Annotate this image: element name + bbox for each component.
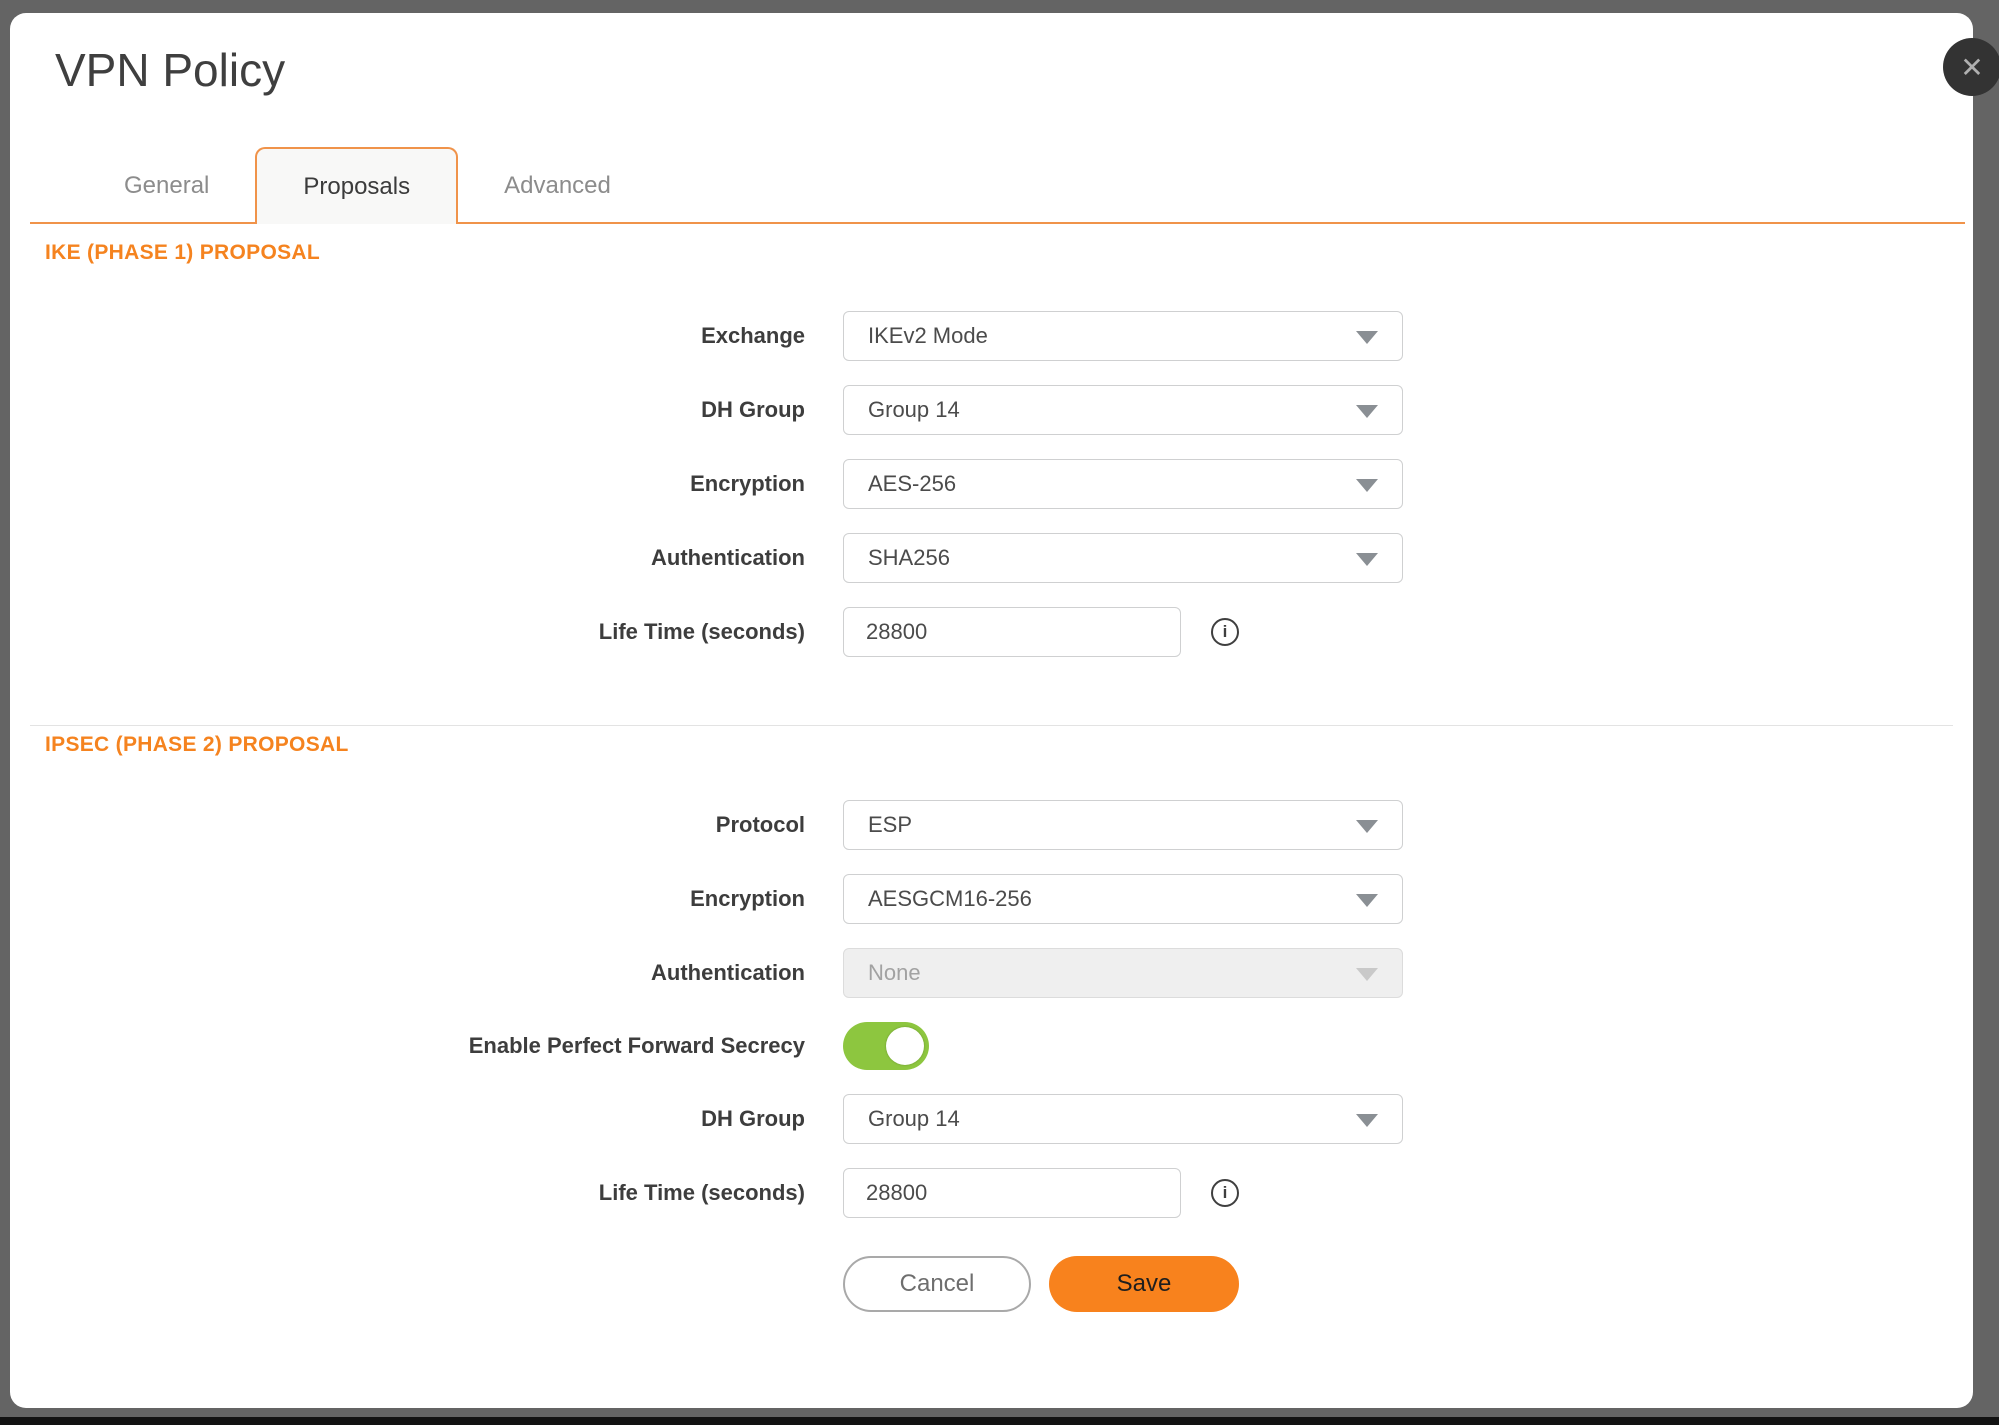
dh-group-label: DH Group <box>10 397 805 423</box>
dh-group-p2-value: Group 14 <box>868 1106 960 1132</box>
dh-group-select[interactable]: Group 14 <box>843 385 1403 435</box>
dialog-footer: Cancel Save <box>843 1256 1973 1312</box>
field-row-protocol: Protocol ESP <box>10 800 1973 850</box>
cancel-button[interactable]: Cancel <box>843 1256 1031 1312</box>
field-row-pfs: Enable Perfect Forward Secrecy <box>10 1022 1973 1070</box>
life-time-input[interactable] <box>843 607 1181 657</box>
field-row-dh-group: DH Group Group 14 <box>10 385 1973 435</box>
info-icon[interactable]: i <box>1211 1179 1239 1207</box>
close-icon[interactable]: ✕ <box>1943 38 1999 96</box>
authentication-p2-select-disabled: None <box>843 948 1403 998</box>
dh-group-p2-label: DH Group <box>10 1106 805 1132</box>
encryption-p2-select[interactable]: AESGCM16-256 <box>843 874 1403 924</box>
encryption-p2-label: Encryption <box>10 886 805 912</box>
chevron-down-icon <box>1356 405 1378 418</box>
encryption-p2-value: AESGCM16-256 <box>868 886 1032 912</box>
encryption-label: Encryption <box>10 471 805 497</box>
authentication-label: Authentication <box>10 545 805 571</box>
exchange-select[interactable]: IKEv2 Mode <box>843 311 1403 361</box>
protocol-select[interactable]: ESP <box>843 800 1403 850</box>
life-time-p2-input[interactable] <box>843 1168 1181 1218</box>
dh-group-p2-select[interactable]: Group 14 <box>843 1094 1403 1144</box>
save-button[interactable]: Save <box>1049 1256 1239 1312</box>
toggle-knob <box>886 1027 924 1065</box>
field-row-life-time: Life Time (seconds) i <box>10 607 1973 657</box>
exchange-label: Exchange <box>10 323 805 349</box>
field-row-exchange: Exchange IKEv2 Mode <box>10 311 1973 361</box>
encryption-select[interactable]: AES-256 <box>843 459 1403 509</box>
chevron-down-icon <box>1356 894 1378 907</box>
ipsec-phase2-heading: IPSEC (PHASE 2) PROPOSAL <box>45 733 1973 757</box>
field-row-authentication-p2: Authentication None <box>10 948 1973 998</box>
phase2-form: Protocol ESP Encryption AESGCM16-256 <box>10 800 1973 1218</box>
page-title: VPN Policy <box>55 35 1973 105</box>
screen-background: ✕ VPN Policy General Proposals Advanced … <box>0 0 1999 1425</box>
life-time-p2-label: Life Time (seconds) <box>10 1180 805 1206</box>
field-row-dh-group-p2: DH Group Group 14 <box>10 1094 1973 1144</box>
protocol-value: ESP <box>868 812 912 838</box>
chevron-down-icon <box>1356 820 1378 833</box>
chevron-down-icon <box>1356 331 1378 344</box>
authentication-value: SHA256 <box>868 545 950 571</box>
chevron-down-icon <box>1356 553 1378 566</box>
authentication-p2-label: Authentication <box>10 960 805 986</box>
info-icon[interactable]: i <box>1211 618 1239 646</box>
field-row-authentication: Authentication SHA256 <box>10 533 1973 583</box>
encryption-value: AES-256 <box>868 471 956 497</box>
chevron-down-icon <box>1356 1114 1378 1127</box>
bottom-frame-strip <box>0 1417 1999 1425</box>
tab-proposals[interactable]: Proposals <box>255 147 458 224</box>
pfs-toggle-on[interactable] <box>843 1022 929 1070</box>
dh-group-value: Group 14 <box>868 397 960 423</box>
authentication-select[interactable]: SHA256 <box>843 533 1403 583</box>
vpn-policy-dialog: VPN Policy General Proposals Advanced IK… <box>10 13 1973 1408</box>
phase1-form: Exchange IKEv2 Mode DH Group Group 14 <box>10 311 1973 657</box>
tab-bar: General Proposals Advanced <box>30 145 1965 224</box>
tab-general[interactable]: General <box>78 149 255 222</box>
field-row-encryption-p2: Encryption AESGCM16-256 <box>10 874 1973 924</box>
chevron-down-icon <box>1356 968 1378 981</box>
field-row-encryption: Encryption AES-256 <box>10 459 1973 509</box>
ike-phase1-heading: IKE (PHASE 1) PROPOSAL <box>45 241 1973 265</box>
tab-advanced[interactable]: Advanced <box>458 149 657 222</box>
life-time-label: Life Time (seconds) <box>10 619 805 645</box>
exchange-value: IKEv2 Mode <box>868 323 988 349</box>
section-divider <box>30 725 1953 726</box>
authentication-p2-value: None <box>868 960 921 986</box>
pfs-label: Enable Perfect Forward Secrecy <box>10 1033 805 1059</box>
chevron-down-icon <box>1356 479 1378 492</box>
protocol-label: Protocol <box>10 812 805 838</box>
field-row-life-time-p2: Life Time (seconds) i <box>10 1168 1973 1218</box>
